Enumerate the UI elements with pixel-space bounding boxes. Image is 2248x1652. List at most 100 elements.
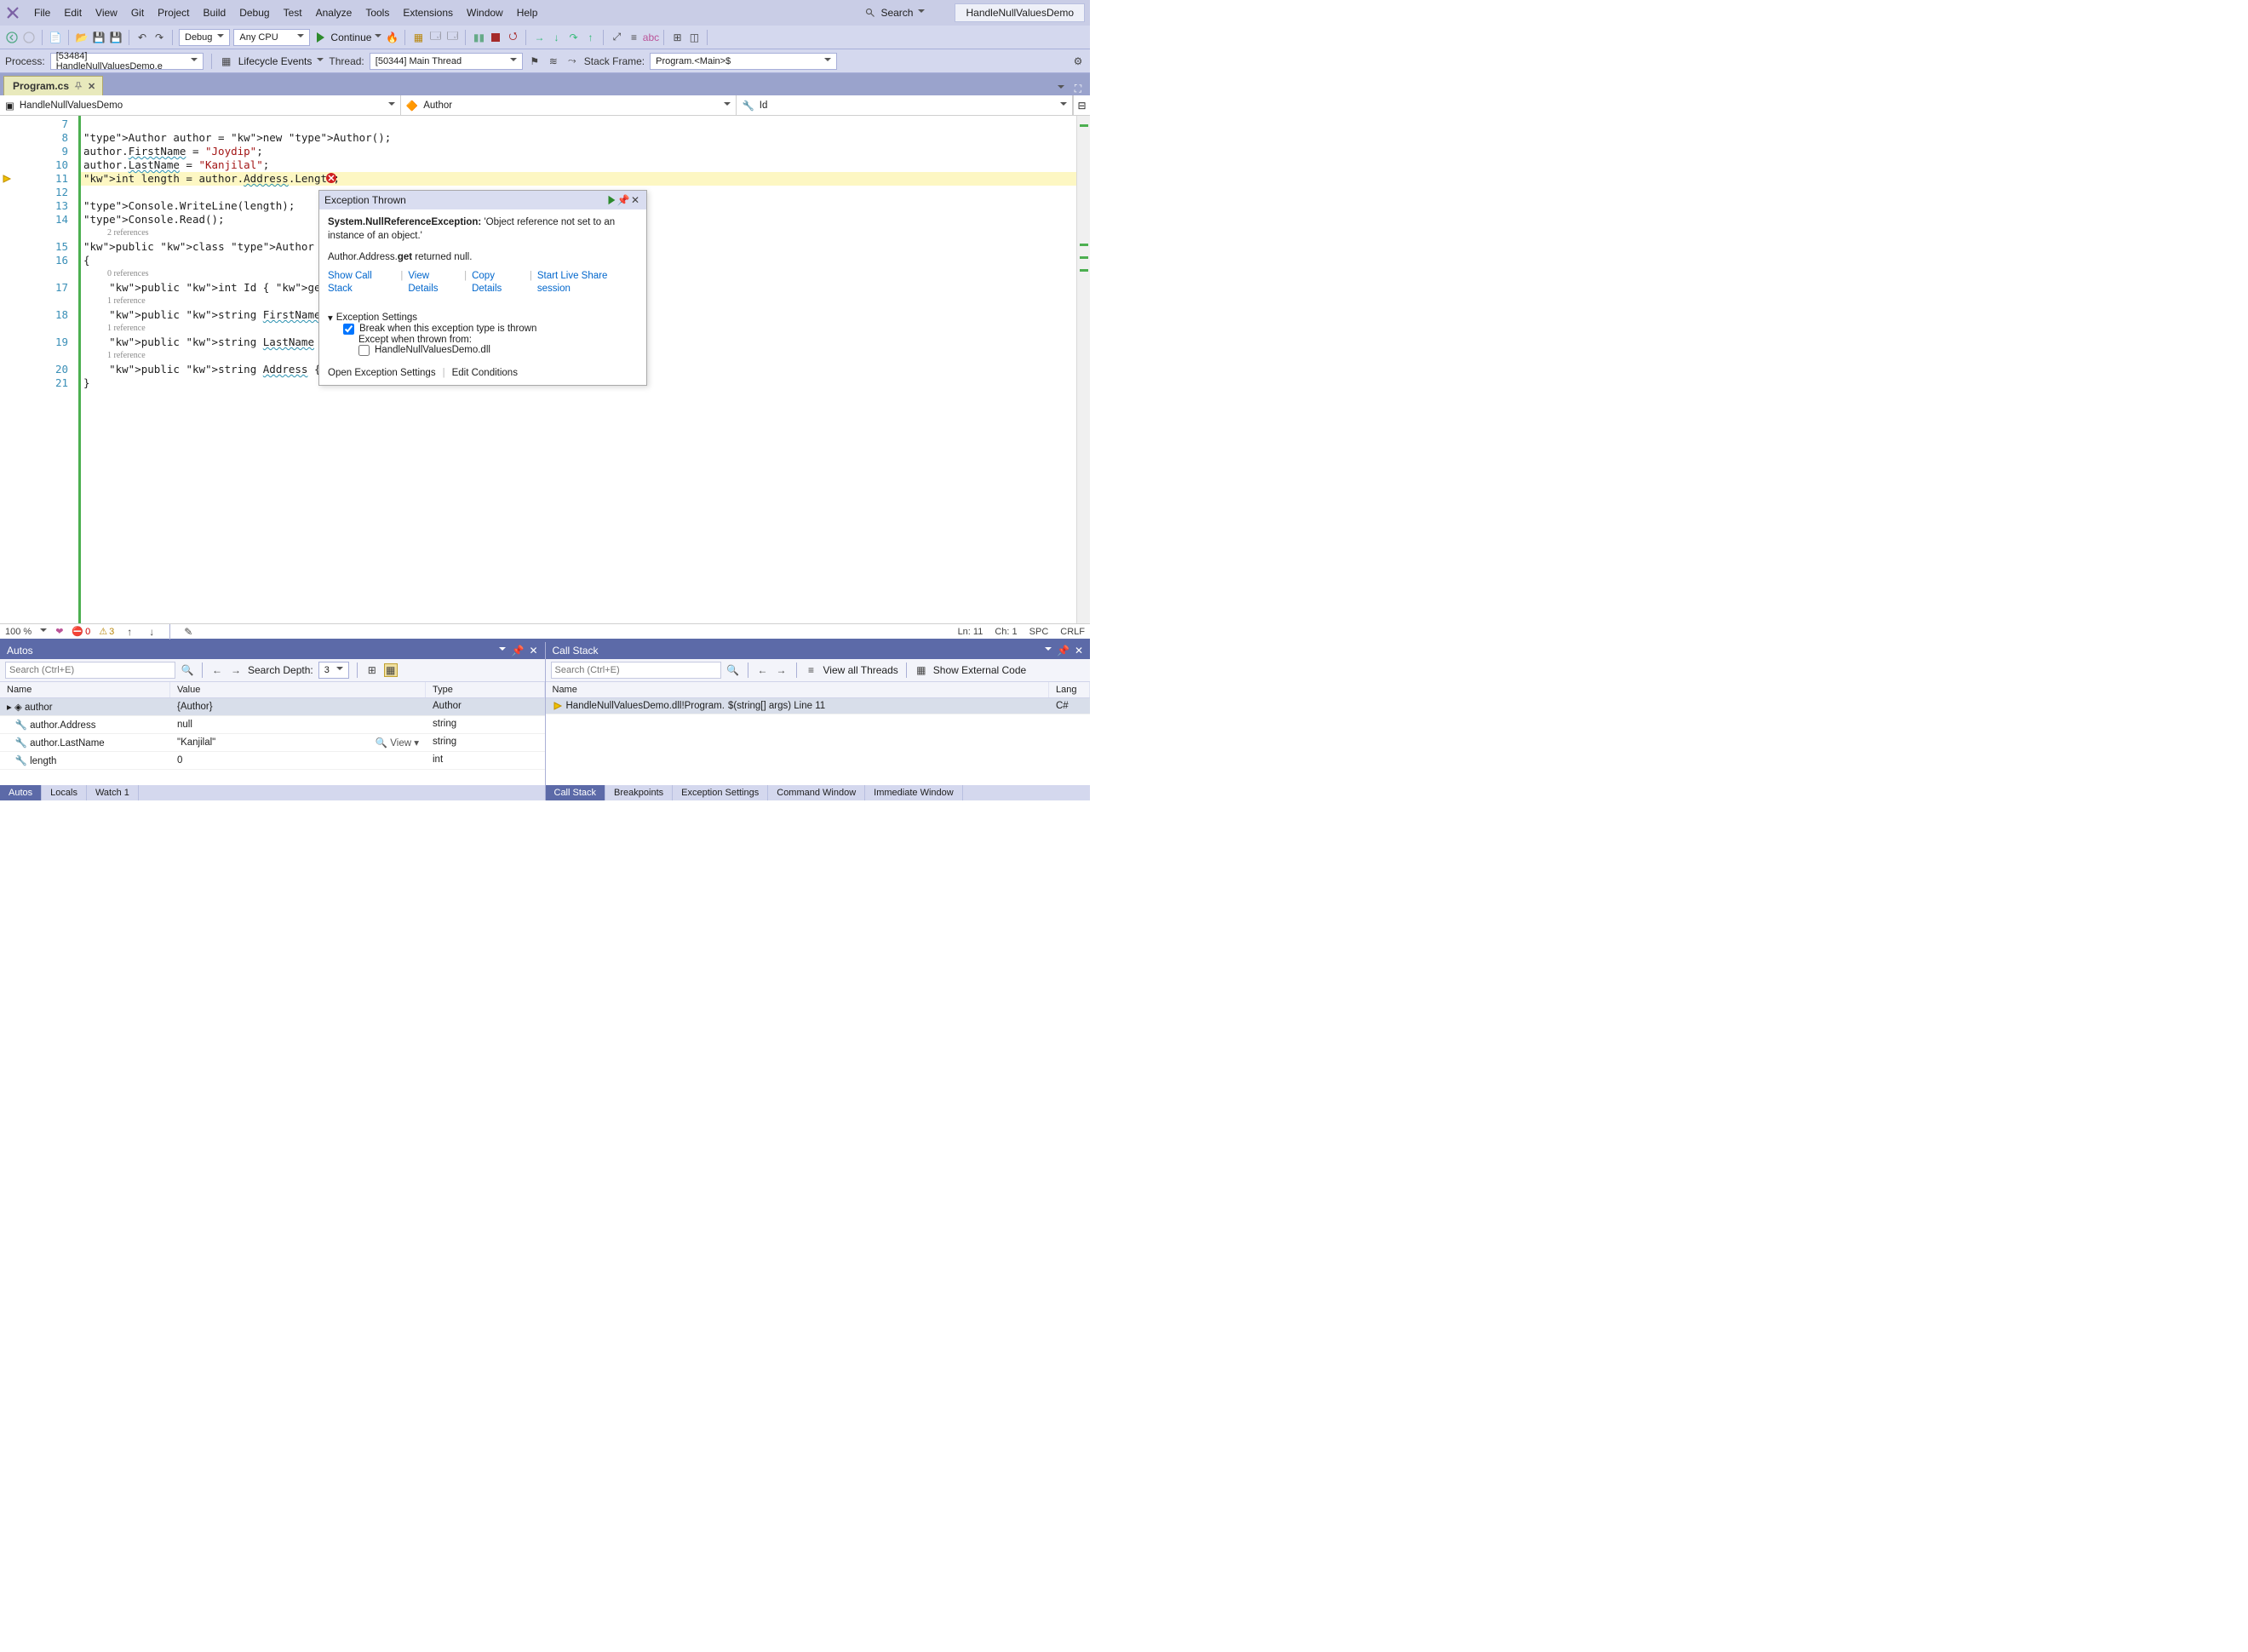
pin-icon[interactable]: 📌	[511, 645, 524, 657]
menu-view[interactable]: View	[89, 3, 124, 22]
grid-icon[interactable]: ▦	[384, 663, 398, 677]
health-icon[interactable]: ❤	[55, 626, 63, 637]
chevron-down-icon[interactable]	[1058, 85, 1064, 92]
browse-icon[interactable]: ▦	[411, 31, 425, 44]
tool-icon[interactable]: 🗔	[428, 31, 442, 44]
step-into-icon[interactable]: ↓	[549, 31, 563, 44]
nav-class-select[interactable]: 🔶 Author	[401, 95, 737, 115]
code-line[interactable]: author.FirstName = "Joydip";	[78, 145, 1076, 158]
exception-link[interactable]: Show Call Stack	[328, 270, 395, 296]
redo-icon[interactable]: ↷	[152, 31, 166, 44]
tool-icon[interactable]: ⊞	[670, 31, 684, 44]
except-dll-checkbox[interactable]	[358, 345, 370, 356]
thread-icon[interactable]: ≋	[547, 54, 560, 68]
platform-select[interactable]: Any CPU	[233, 29, 310, 46]
close-icon[interactable]: ✕	[88, 81, 95, 92]
menu-tools[interactable]: Tools	[358, 3, 396, 22]
autos-row[interactable]: 🔧 author.LastName"Kanjilal" 🔍 View ▾stri…	[0, 734, 545, 752]
menu-project[interactable]: Project	[151, 3, 196, 22]
open-folder-icon[interactable]: 📂	[75, 31, 89, 44]
brush-icon[interactable]: ✎	[181, 625, 195, 639]
pin-icon[interactable]: 📌	[617, 194, 629, 206]
errors-count[interactable]: ⛔0	[72, 626, 90, 637]
flag-icon[interactable]: ⚑	[528, 54, 542, 68]
panel-tab[interactable]: Autos	[0, 785, 42, 800]
menu-analyze[interactable]: Analyze	[309, 3, 359, 22]
warnings-count[interactable]: ⚠3	[99, 626, 114, 637]
callstack-row[interactable]: HandleNullValuesDemo.dll!Program.$(strin…	[546, 698, 1091, 714]
exception-link[interactable]: Start Live Share session	[537, 270, 638, 296]
hot-reload-icon[interactable]: 🔥	[385, 31, 399, 44]
nav-member-select[interactable]: 🔧 Id	[737, 95, 1073, 115]
menu-git[interactable]: Git	[124, 3, 151, 22]
threads-icon[interactable]: ≡	[805, 663, 818, 677]
indent-mode[interactable]: SPC	[1029, 627, 1049, 637]
col-name[interactable]: Name	[546, 682, 1050, 697]
chevron-down-icon[interactable]	[375, 34, 381, 41]
col-lang[interactable]: Lang	[1049, 682, 1090, 697]
view-threads-label[interactable]: View all Threads	[823, 664, 898, 676]
menu-build[interactable]: Build	[197, 3, 233, 22]
search-box[interactable]: Search	[857, 4, 932, 21]
play-icon[interactable]	[313, 31, 327, 44]
split-icon[interactable]: ⊟	[1073, 95, 1090, 115]
menu-edit[interactable]: Edit	[57, 3, 89, 22]
options-icon[interactable]: ⚙	[1071, 54, 1085, 68]
line-indicator[interactable]: Ln: 11	[958, 627, 984, 637]
fullscreen-icon[interactable]: ⛶	[1071, 82, 1085, 95]
close-icon[interactable]: ✕	[1075, 645, 1083, 657]
panel-tab[interactable]: Immediate Window	[865, 785, 963, 800]
back-icon[interactable]	[5, 31, 19, 44]
continue-button[interactable]: Continue	[330, 32, 371, 43]
tab-program-cs[interactable]: Program.cs ✕	[3, 76, 103, 95]
panel-tab[interactable]: Breakpoints	[605, 785, 673, 800]
menu-extensions[interactable]: Extensions	[396, 3, 460, 22]
exception-link[interactable]: Copy Details	[472, 270, 525, 296]
restart-icon[interactable]: ⭯	[506, 31, 519, 44]
lifecycle-label[interactable]: Lifecycle Events	[238, 55, 313, 67]
tool-icon[interactable]: 🗔	[445, 31, 459, 44]
step-next-icon[interactable]: →	[532, 31, 546, 44]
column-indicator[interactable]: Ch: 1	[995, 627, 1017, 637]
process-select[interactable]: [53484] HandleNullValuesDemo.e	[50, 53, 204, 70]
nav-fwd-icon[interactable]: →	[775, 663, 789, 677]
break-checkbox[interactable]	[343, 324, 354, 335]
thread-icon[interactable]: ⤳	[565, 54, 579, 68]
lifecycle-icon[interactable]: ▦	[220, 54, 233, 68]
step-out-icon[interactable]: ↑	[583, 31, 597, 44]
save-all-icon[interactable]: 💾	[109, 31, 123, 44]
code-line[interactable]: author.LastName = "Kanjilal";	[78, 158, 1076, 172]
callstack-search-input[interactable]	[551, 662, 721, 679]
search-icon[interactable]: 🔍	[726, 663, 740, 677]
tool-icon[interactable]: ⤢	[610, 31, 623, 44]
exception-link[interactable]: View Details	[408, 270, 459, 296]
stackframe-select[interactable]: Program.<Main>$	[650, 53, 837, 70]
col-name[interactable]: Name	[0, 682, 170, 697]
panel-tab[interactable]: Exception Settings	[673, 785, 768, 800]
autos-row[interactable]: 🔧 author.Addressnullstring	[0, 716, 545, 734]
tool-icon[interactable]: abc	[644, 31, 657, 44]
nav-project-select[interactable]: ▣ HandleNullValuesDemo	[0, 95, 401, 115]
line-ending[interactable]: CRLF	[1060, 627, 1085, 637]
autos-row[interactable]: ▸ ◈ author{Author}Author	[0, 698, 545, 716]
col-value[interactable]: Value	[170, 682, 426, 697]
autos-search-input[interactable]	[5, 662, 175, 679]
panel-tab[interactable]: Locals	[42, 785, 87, 800]
new-item-icon[interactable]: 📄	[49, 31, 62, 44]
show-external-label[interactable]: Show External Code	[933, 664, 1026, 676]
search-icon[interactable]: 🔍	[181, 663, 194, 677]
panel-tab[interactable]: Watch 1	[87, 785, 139, 800]
menu-window[interactable]: Window	[460, 3, 510, 22]
undo-icon[interactable]: ↶	[135, 31, 149, 44]
up-icon[interactable]: ↑	[123, 625, 136, 639]
step-over-icon[interactable]: ↷	[566, 31, 580, 44]
pin-icon[interactable]	[74, 82, 83, 90]
config-select[interactable]: Debug	[179, 29, 230, 46]
menu-debug[interactable]: Debug	[232, 3, 276, 22]
panel-tab[interactable]: Call Stack	[546, 785, 606, 800]
down-icon[interactable]: ↓	[145, 625, 158, 639]
code-line[interactable]	[78, 118, 1076, 131]
zoom-level[interactable]: 100 %	[5, 627, 32, 637]
tool-icon[interactable]: ◫	[687, 31, 701, 44]
pause-icon[interactable]: ▮▮	[472, 31, 485, 44]
